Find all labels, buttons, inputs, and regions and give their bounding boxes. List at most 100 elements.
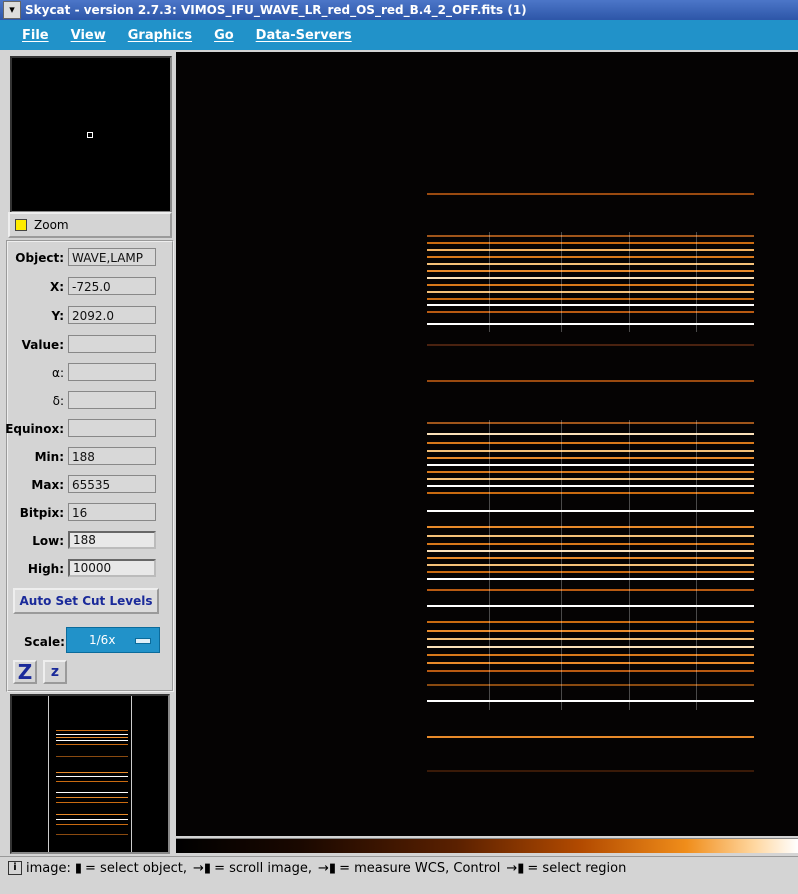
- info-row-object: Object: WAVE,LAMP: [8, 248, 176, 268]
- y-label: Y:: [51, 309, 64, 323]
- spectrum-line: [427, 323, 754, 325]
- spectrum-line: [427, 510, 754, 512]
- high-label: High:: [27, 562, 64, 576]
- spectrum-line: [427, 478, 754, 480]
- status-prefix: image:: [26, 860, 71, 876]
- window-title: Skycat - version 2.7.3: VIMOS_IFU_WAVE_L…: [25, 3, 527, 17]
- spectrum-line: [427, 249, 754, 251]
- zoom-in-button[interactable]: Z: [13, 660, 37, 684]
- min-value: 188: [68, 447, 156, 465]
- menu-file[interactable]: File: [22, 28, 49, 43]
- spectrum-line: [427, 700, 754, 702]
- x-value: -725.0: [68, 277, 156, 295]
- alpha-value: [68, 363, 156, 381]
- equinox-value: [68, 419, 156, 437]
- window-menu-chevron-icon[interactable]: ▾: [3, 1, 21, 19]
- magnifier-edge-right: [131, 696, 132, 852]
- spectrum-line: [427, 270, 754, 272]
- magnifier-line: [56, 802, 128, 803]
- info-row-high: High: 10000: [8, 559, 176, 579]
- spectrum-line: [427, 630, 754, 632]
- zoom-checkbox-icon[interactable]: [15, 219, 27, 231]
- info-row-low: Low: 188: [8, 531, 176, 551]
- spectrum-line: [427, 526, 754, 528]
- magnifier-view: [10, 694, 170, 854]
- auto-set-cut-levels-button[interactable]: Auto Set Cut Levels: [13, 588, 159, 614]
- equinox-label: Equinox:: [5, 422, 64, 436]
- low-cut-input[interactable]: 188: [68, 531, 156, 549]
- alpha-label: α:: [52, 366, 64, 380]
- info-row-min: Min: 188: [8, 447, 176, 467]
- panner-viewport-box[interactable]: [87, 132, 93, 138]
- min-label: Min:: [34, 450, 64, 464]
- status-segment-scroll-image: = scroll image,: [214, 860, 313, 876]
- magnifier-line: [56, 792, 128, 793]
- spectrum-line: [427, 550, 754, 552]
- info-row-bitpix: Bitpix: 16: [8, 503, 176, 523]
- spectrum-line: [427, 442, 754, 444]
- object-label: Object:: [15, 251, 64, 265]
- ifu-column-separator: [561, 232, 562, 332]
- menu-view[interactable]: View: [71, 28, 106, 43]
- status-segment-measure-wcs: = measure WCS, Control: [339, 860, 501, 876]
- spectrum-line: [427, 736, 754, 738]
- zoom-out-button[interactable]: z: [43, 660, 67, 684]
- spectrum-line: [427, 471, 754, 473]
- zoom-toggle[interactable]: Zoom: [8, 212, 172, 238]
- spectrum-line: [427, 380, 754, 382]
- bitpix-label: Bitpix:: [19, 506, 64, 520]
- spectrum-line: [427, 646, 754, 648]
- info-row-value: Value:: [8, 335, 176, 355]
- spectrum-line: [427, 450, 754, 452]
- mouse-middle-button-icon: →▮: [193, 860, 212, 876]
- magnifier-line: [56, 776, 128, 777]
- info-panel: Object: WAVE,LAMP X: -725.0 Y: 2092.0 Va…: [5, 240, 176, 692]
- ifu-column-separator: [629, 420, 630, 710]
- spectrum-line: [427, 256, 754, 258]
- magnifier-line: [56, 819, 128, 820]
- window-titlebar[interactable]: ▾ Skycat - version 2.7.3: VIMOS_IFU_WAVE…: [0, 0, 798, 20]
- spectrum-line: [427, 304, 754, 306]
- scale-label: Scale:: [24, 635, 65, 649]
- magnifier-line: [56, 824, 128, 825]
- magnifier-line: [56, 744, 128, 745]
- menu-go[interactable]: Go: [214, 28, 234, 43]
- scale-option-menu[interactable]: 1/6x: [66, 627, 160, 653]
- magnifier-line: [56, 781, 128, 782]
- spectrum-line: [427, 638, 754, 640]
- status-bar: i image: ▮ = select object, →▮ = scroll …: [0, 856, 798, 879]
- panner-view[interactable]: [10, 56, 172, 213]
- spectrum-line: [427, 492, 754, 494]
- spectrum-line: [427, 684, 754, 686]
- object-value: WAVE,LAMP: [68, 248, 156, 266]
- spectrum-line: [427, 433, 754, 435]
- high-cut-input[interactable]: 10000: [68, 559, 156, 577]
- spectrum-line: [427, 543, 754, 545]
- status-segment-select-object: = select object,: [85, 860, 188, 876]
- x-label: X:: [49, 280, 64, 294]
- colorbar[interactable]: [176, 838, 798, 853]
- image-canvas[interactable]: [176, 52, 798, 836]
- spectrum-line: [427, 557, 754, 559]
- spectrum-line: [427, 298, 754, 300]
- magnifier-line: [56, 730, 128, 731]
- mouse-right-button-icon: →▮: [318, 860, 337, 876]
- spectrum-line: [427, 485, 754, 487]
- magnifier-line: [56, 737, 128, 738]
- ifu-column-separator: [629, 232, 630, 332]
- menu-graphics[interactable]: Graphics: [128, 28, 192, 43]
- spectrum-line: [427, 571, 754, 573]
- menu-data-servers[interactable]: Data-Servers: [256, 28, 352, 43]
- spectrum-line: [427, 193, 754, 195]
- ifu-column-separator: [696, 420, 697, 710]
- spectrum-line: [427, 311, 754, 313]
- spectrum-line: [427, 621, 754, 623]
- info-row-x: X: -725.0: [8, 277, 176, 297]
- info-row-alpha: α:: [8, 363, 176, 383]
- ifu-column-separator: [489, 232, 490, 332]
- magnifier-line: [56, 797, 128, 798]
- spectrum-line: [427, 578, 754, 580]
- ifu-column-separator: [561, 420, 562, 710]
- value-label: Value:: [21, 338, 64, 352]
- mouse-button-icon: →▮: [506, 860, 525, 876]
